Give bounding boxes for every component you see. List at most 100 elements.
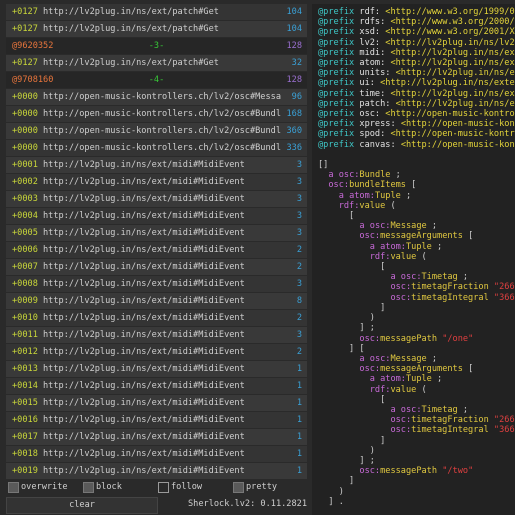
turtle-token: patch: xyxy=(359,98,396,109)
event-type-uri: http://lv2plug.in/ns/ext/patch#Get xyxy=(43,24,219,34)
turtle-view[interactable]: @prefix rdf: <http://www.w3.org/1999/02/… xyxy=(312,4,515,515)
turtle-token: value xyxy=(390,251,417,262)
event-row[interactable]: +0006 http://lv2plug.in/ns/ext/midi#MidiE… xyxy=(6,242,307,258)
turtle-token xyxy=(318,252,370,262)
turtle-line: [ xyxy=(318,395,515,405)
turtle-token xyxy=(318,191,339,201)
follow-checkbox[interactable] xyxy=(158,482,169,493)
event-type-uri: http://open-music-kontrollers.ch/lv2/osc… xyxy=(43,109,281,119)
turtle-line: ] ; xyxy=(318,323,515,333)
event-row[interactable]: +0019 http://lv2plug.in/ns/ext/midi#MidiE… xyxy=(6,463,307,479)
turtle-token: <http://www.w3.org/2001/XML xyxy=(385,27,515,38)
turtle-token xyxy=(318,170,328,180)
frame-row[interactable]: @9620352 -3- 128 xyxy=(6,38,307,54)
pretty-checkbox[interactable] xyxy=(233,482,244,493)
event-type-uri: http://lv2plug.in/ns/ext/midi#MidiEvent xyxy=(43,432,245,442)
event-row[interactable]: +0012 http://lv2plug.in/ns/ext/midi#MidiE… xyxy=(6,344,307,360)
event-row[interactable]: +0013 http://lv2plug.in/ns/ext/midi#MidiE… xyxy=(6,361,307,377)
event-type-uri: http://lv2plug.in/ns/ext/midi#MidiEvent xyxy=(43,398,245,408)
turtle-token: @prefix xyxy=(318,139,360,150)
event-size: 1 xyxy=(296,381,302,391)
event-offset: +0127 xyxy=(12,7,38,17)
event-type-uri: http://open-music-kontrollers.ch/lv2/osc… xyxy=(43,92,281,102)
event-row[interactable]: +0011 http://lv2plug.in/ns/ext/midi#MidiE… xyxy=(6,327,307,343)
clear-button[interactable]: clear xyxy=(6,497,158,514)
frame-row[interactable]: @9708160 -4- 128 xyxy=(6,72,307,88)
turtle-token: atom: xyxy=(380,241,406,252)
turtle-token: "3660 xyxy=(493,292,515,303)
event-row[interactable]: +0000 http://open-music-kontrollers.ch/lv… xyxy=(6,123,307,139)
event-list[interactable]: +0127 http://lv2plug.in/ns/ext/patch#Get 1… xyxy=(6,4,307,480)
turtle-line: @prefix rdfs: <http://www.w3.org/2000/01 xyxy=(318,17,515,27)
turtle-token: a xyxy=(328,170,339,181)
turtle-token: ; xyxy=(457,404,469,415)
event-row[interactable]: +0127 http://lv2plug.in/ns/ext/patch#Get 3… xyxy=(6,55,307,71)
turtle-token: ; xyxy=(431,374,443,385)
event-row[interactable]: +0016 http://lv2plug.in/ns/ext/midi#MidiE… xyxy=(6,412,307,428)
event-offset: +0019 xyxy=(12,466,38,476)
event-type-uri: http://lv2plug.in/ns/ext/midi#MidiEvent xyxy=(43,449,245,459)
turtle-line: osc:timetagIntegral "3660 xyxy=(318,293,515,303)
version-status: Sherlock.lv2: 0.11.2821 xyxy=(188,499,307,509)
event-size: 3 xyxy=(296,177,302,187)
event-row[interactable]: +0000 http://open-music-kontrollers.ch/lv… xyxy=(6,106,307,122)
event-size: 104 xyxy=(286,7,302,17)
event-type-uri: http://lv2plug.in/ns/ext/midi#MidiEvent xyxy=(43,313,245,323)
event-offset: +0005 xyxy=(12,228,38,238)
event-row[interactable]: +0008 http://lv2plug.in/ns/ext/midi#MidiE… xyxy=(6,276,307,292)
turtle-line: ] [ xyxy=(318,344,515,354)
event-row[interactable]: +0017 http://lv2plug.in/ns/ext/midi#MidiE… xyxy=(6,429,307,445)
event-offset: +0003 xyxy=(12,194,38,204)
event-row[interactable]: +0002 http://lv2plug.in/ns/ext/midi#MidiE… xyxy=(6,174,307,190)
turtle-line: @prefix time: <http://lv2plug.in/ns/ext/ xyxy=(318,89,515,99)
event-offset: +0007 xyxy=(12,262,38,272)
event-row[interactable]: +0000 http://open-music-kontrollers.ch/lv… xyxy=(6,140,307,156)
turtle-token: ; xyxy=(400,190,412,201)
overwrite-checkbox[interactable] xyxy=(8,482,19,493)
turtle-token xyxy=(318,242,370,252)
block-checkbox[interactable] xyxy=(83,482,94,493)
turtle-token: a xyxy=(390,404,401,415)
turtle-token: atom: xyxy=(380,374,406,385)
event-offset: +0013 xyxy=(12,364,38,374)
event-row[interactable]: +0009 http://lv2plug.in/ns/ext/midi#MidiE… xyxy=(6,293,307,309)
event-size: 2 xyxy=(296,347,302,357)
event-size: 1 xyxy=(296,415,302,425)
turtle-line: ) xyxy=(318,313,515,323)
turtle-token xyxy=(318,466,359,476)
turtle-token: [ xyxy=(318,211,355,222)
turtle-line: @prefix spod: <http://open-music-kontrol xyxy=(318,129,515,139)
event-row[interactable]: +0014 http://lv2plug.in/ns/ext/midi#MidiE… xyxy=(6,378,307,394)
turtle-token: ] xyxy=(318,476,355,487)
event-offset: +0016 xyxy=(12,415,38,425)
turtle-token: messagePath xyxy=(380,333,438,344)
turtle-token: a xyxy=(390,272,401,283)
event-row[interactable]: +0010 http://lv2plug.in/ns/ext/midi#MidiE… xyxy=(6,310,307,326)
turtle-token: osc: xyxy=(400,404,422,415)
turtle-token: "/two" xyxy=(437,466,474,477)
event-size: 1 xyxy=(296,449,302,459)
event-row[interactable]: +0000 http://open-music-kontrollers.ch/lv… xyxy=(6,89,307,105)
turtle-line: [] xyxy=(318,160,515,170)
turtle-line: @prefix osc: <http://open-music-kontroll xyxy=(318,109,515,119)
turtle-token: [ xyxy=(318,394,386,405)
turtle-line: osc:messagePath "/two" xyxy=(318,466,515,476)
event-offset: +0002 xyxy=(12,177,38,187)
turtle-token: Tuple xyxy=(374,190,401,201)
turtle-token: a xyxy=(359,221,370,232)
event-row[interactable]: +0003 http://lv2plug.in/ns/ext/midi#MidiE… xyxy=(6,191,307,207)
event-row[interactable]: +0005 http://lv2plug.in/ns/ext/midi#MidiE… xyxy=(6,225,307,241)
event-row[interactable]: +0004 http://lv2plug.in/ns/ext/midi#MidiE… xyxy=(6,208,307,224)
turtle-token: value xyxy=(359,200,386,211)
event-type-uri: http://lv2plug.in/ns/ext/midi#MidiEvent xyxy=(43,330,245,340)
turtle-token xyxy=(318,293,390,303)
event-row[interactable]: +0007 http://lv2plug.in/ns/ext/midi#MidiE… xyxy=(6,259,307,275)
event-row[interactable]: +0127 http://lv2plug.in/ns/ext/patch#Get 1… xyxy=(6,4,307,20)
event-type-uri: http://open-music-kontrollers.ch/lv2/osc… xyxy=(43,126,281,136)
event-row[interactable]: +0015 http://lv2plug.in/ns/ext/midi#MidiE… xyxy=(6,395,307,411)
turtle-token: osc: xyxy=(359,333,381,344)
turtle-token: canvas: xyxy=(359,139,401,150)
event-row[interactable]: +0001 http://lv2plug.in/ns/ext/midi#MidiE… xyxy=(6,157,307,173)
event-row[interactable]: +0018 http://lv2plug.in/ns/ext/midi#MidiE… xyxy=(6,446,307,462)
event-row[interactable]: +0127 http://lv2plug.in/ns/ext/patch#Get 1… xyxy=(6,21,307,37)
